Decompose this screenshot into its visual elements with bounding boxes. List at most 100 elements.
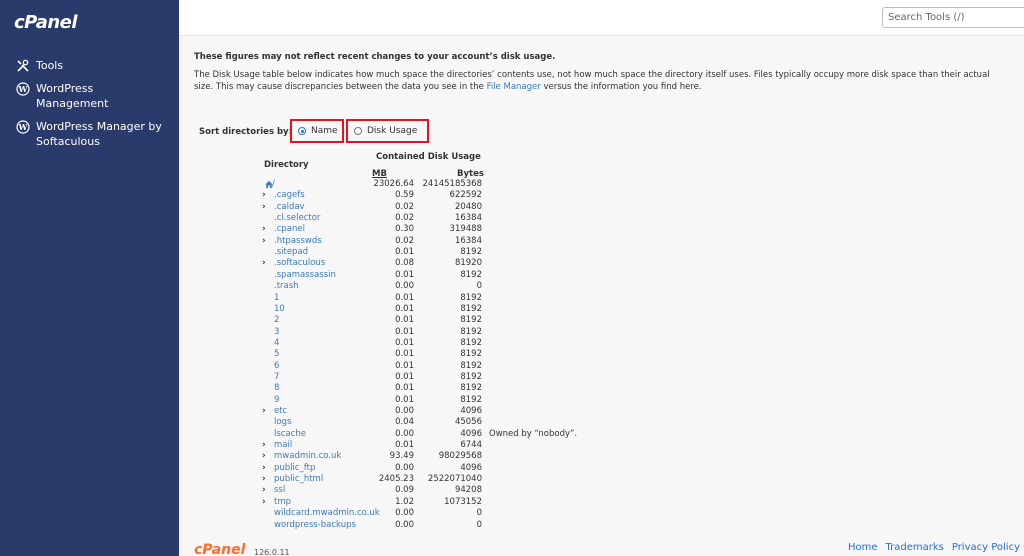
chevron-right-icon[interactable]: › <box>262 406 270 417</box>
directory-name[interactable]: 6 <box>274 361 279 372</box>
directory-name[interactable]: .cl.selector <box>274 213 320 224</box>
sidebar-item-label: WordPress Manager by Softaculous <box>36 120 162 148</box>
mb-value: 0.01 <box>395 315 414 326</box>
directory-name[interactable]: mail <box>274 440 292 451</box>
table-row: 6 0.01 8192 <box>262 361 592 372</box>
chevron-right-icon[interactable]: › <box>262 224 270 235</box>
bytes-value: 98029568 <box>438 451 482 462</box>
directory-name[interactable]: .caldav <box>274 202 305 213</box>
directory-name[interactable]: 9 <box>274 395 279 406</box>
table-row: lscache 0.00 4096 Owned by “nobody”. <box>262 429 592 440</box>
directory-name[interactable]: 10 <box>274 304 285 315</box>
chevron-right-icon[interactable]: › <box>262 463 270 474</box>
chevron-right-icon[interactable]: › <box>262 451 270 462</box>
svg-text:W: W <box>18 84 29 94</box>
directory-name[interactable]: 5 <box>274 349 279 360</box>
notice-text-after: versus the information you find here. <box>540 82 702 92</box>
chevron-right-icon[interactable]: › <box>262 202 270 213</box>
bytes-header[interactable]: Bytes <box>457 169 484 179</box>
mb-value: 0.00 <box>395 406 414 416</box>
chevron-right-icon[interactable]: › <box>262 440 270 451</box>
disk-usage-notice: These figures may not reflect recent cha… <box>194 52 1014 93</box>
directory-name[interactable]: lscache <box>274 429 306 440</box>
directory-name[interactable]: .spamassassin <box>274 270 336 281</box>
footer-home-link[interactable]: Home <box>848 542 878 553</box>
directory-name[interactable]: public_html <box>274 474 323 485</box>
directory-name[interactable]: logs <box>274 417 291 428</box>
sort-row: Sort directories by: <box>199 120 292 144</box>
directory-name[interactable]: .sitepad <box>274 247 308 258</box>
mb-value: 0.01 <box>395 394 414 405</box>
table-row: .sitepad 0.01 8192 <box>262 247 592 258</box>
directory-name[interactable]: tmp <box>274 497 291 508</box>
table-row: 10 0.01 8192 <box>262 304 592 315</box>
sidebar-item-wordpress-manager-softaculous[interactable]: W WordPress Manager by Softaculous <box>0 119 179 149</box>
file-manager-link[interactable]: File Manager <box>487 82 541 92</box>
chevron-right-icon[interactable]: › <box>262 236 270 247</box>
directory-name[interactable]: 2 <box>274 315 279 326</box>
table-row: 4 0.01 8192 <box>262 338 592 349</box>
directory-name[interactable]: ssl <box>274 485 285 496</box>
tools-icon <box>17 59 29 72</box>
directory-name[interactable]: wordpress-backups <box>274 520 356 531</box>
bytes-value: 622592 <box>449 190 482 201</box>
table-row: › .cpanel 0.30 319488 <box>262 224 592 235</box>
contained-disk-usage-header: Contained Disk Usage <box>376 152 481 162</box>
directory-name[interactable]: .trash <box>274 281 299 292</box>
sidebar-item-label: WordPress Management <box>36 82 109 110</box>
bytes-value: 6744 <box>460 440 482 451</box>
directory-name[interactable]: wildcard.mwadmin.co.uk <box>274 508 380 519</box>
directory-name[interactable]: .htpasswds <box>274 236 322 247</box>
directory-name[interactable]: etc <box>274 406 287 417</box>
directory-name[interactable]: 7 <box>274 372 279 383</box>
chevron-right-icon[interactable]: › <box>262 485 270 496</box>
mb-header[interactable]: MB <box>372 169 387 179</box>
mb-value: 0.02 <box>395 201 414 212</box>
table-row: logs 0.04 45056 <box>262 417 592 428</box>
mb-value: 0.01 <box>395 349 414 360</box>
table-row: wordpress-backups 0.00 0 <box>262 520 592 531</box>
directory-name[interactable]: .cagefs <box>274 190 305 201</box>
table-row: › mail 0.01 6744 <box>262 440 592 451</box>
bytes-value: 4096 <box>460 428 482 439</box>
bytes-value: 81920 <box>454 258 482 269</box>
mb-value: 0.02 <box>395 235 414 246</box>
footer-trademarks-link[interactable]: Trademarks <box>885 542 943 553</box>
directory-name[interactable]: 3 <box>274 327 279 338</box>
table-row: 5 0.01 8192 <box>262 349 592 360</box>
sort-by-name-radio[interactable]: Name <box>290 119 344 143</box>
directory-name[interactable]: public_ftp <box>274 463 315 474</box>
mb-value: 0.01 <box>395 292 414 303</box>
radio-selected-icon <box>298 127 306 135</box>
sidebar-item-wordpress-management[interactable]: W WordPress Management <box>0 81 179 111</box>
mb-value: 0.01 <box>395 247 414 258</box>
bytes-value: 8192 <box>460 360 482 371</box>
directory-name[interactable]: 8 <box>274 383 279 394</box>
chevron-right-icon[interactable]: › <box>262 474 270 485</box>
directory-header[interactable]: Directory <box>264 160 309 170</box>
bytes-value: 8192 <box>460 349 482 360</box>
wordpress-icon: W <box>16 82 30 96</box>
directory-name[interactable]: 4 <box>274 338 279 349</box>
notice-title: These figures may not reflect recent cha… <box>194 52 556 62</box>
sort-by-disk-usage-radio[interactable]: Disk Usage <box>346 119 429 143</box>
sidebar-item-tools[interactable]: Tools <box>0 58 179 73</box>
bytes-value: 8192 <box>460 315 482 326</box>
chevron-right-icon[interactable]: › <box>262 258 270 269</box>
directory-name[interactable]: mwadmin.co.uk <box>274 451 341 462</box>
mb-value: 0.01 <box>395 360 414 371</box>
footer-privacy-link[interactable]: Privacy Policy <box>952 542 1020 553</box>
directory-name[interactable]: .cpanel <box>274 224 305 235</box>
directory-name[interactable]: 1 <box>274 293 279 304</box>
search-input[interactable] <box>882 7 1024 28</box>
bytes-value: 8192 <box>460 247 482 258</box>
chevron-right-icon[interactable]: › <box>262 190 270 201</box>
directory-name[interactable]: / <box>272 179 275 190</box>
footer-cpanel-logo: cPanel <box>194 542 246 556</box>
table-row: › public_ftp 0.00 4096 <box>262 463 592 474</box>
table-row: › tmp 1.02 1073152 <box>262 497 592 508</box>
table-row: › mwadmin.co.uk 93.49 98029568 <box>262 451 592 462</box>
chevron-right-icon[interactable]: › <box>262 497 270 508</box>
cpanel-logo[interactable]: cPanel <box>14 12 78 33</box>
directory-name[interactable]: .softaculous <box>274 258 325 269</box>
